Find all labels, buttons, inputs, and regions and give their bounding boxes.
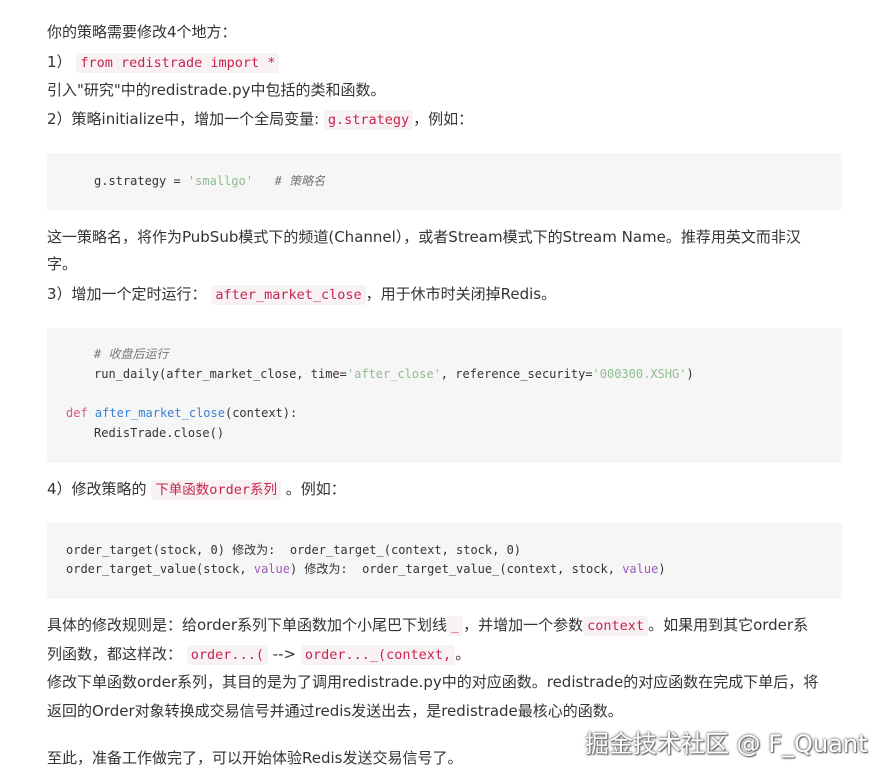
code-block-schedule: # 收盘后运行 run_daily(after_market_close, ti… xyxy=(47,328,842,463)
step-1: 1） from redistrade import * xyxy=(47,51,280,73)
step-1-code: from redistrade import * xyxy=(76,53,280,73)
step-4: 4）修改策略的 下单函数order系列 。例如： xyxy=(47,478,346,500)
underscore-code: _ xyxy=(447,616,464,636)
step-1-number: 1） xyxy=(47,53,72,71)
rule-description-line-2: 列函数，都这样改： order...( --> order..._(contex… xyxy=(47,645,471,665)
rule-description-line-1: 具体的修改规则是：给order系列下单函数加个小尾巴下划线 _ ，并增加一个参数 co… xyxy=(47,616,809,636)
step-4-prefix: 4）修改策略的 xyxy=(47,480,152,498)
order-code: order...( xyxy=(186,645,268,665)
step-2-prefix: 2）策略initialize中，增加一个全局变量: xyxy=(47,110,324,128)
purpose-line-2: 返回的Order对象转换成交易信号并通过redis发送出去，是redistrad… xyxy=(47,702,623,720)
conclusion-text: 至此，准备工作做完了，可以开始体验Redis发送交易信号了。 xyxy=(47,749,463,767)
code-line: g.strategy = 'smallgo' # 策略名 xyxy=(94,174,326,188)
purpose-line-1: 修改下单函数order系列，其目的是为了调用redistrade.py中的对应函… xyxy=(47,673,819,691)
step-3: 3）增加一个定时运行： after_market_close ，用于休市时关闭掉R… xyxy=(47,283,556,305)
code-line: def after_market_close(context): xyxy=(66,406,298,420)
step-2: 2）策略initialize中，增加一个全局变量: g.strategy ，例如： xyxy=(47,108,473,130)
code-block-strategy: g.strategy = 'smallgo' # 策略名 xyxy=(47,153,842,210)
step-3-prefix: 3）增加一个定时运行： xyxy=(47,285,212,303)
context-code: context xyxy=(583,616,649,636)
code-line: order_target_value(stock, value) 修改为: or… xyxy=(66,562,666,576)
code-line: order_target(stock, 0) 修改为: order_target… xyxy=(66,543,522,557)
code-line: RedisTrade.close() xyxy=(94,426,225,440)
channel-description-line-2: 字。 xyxy=(47,255,78,273)
step-4-suffix: 。例如： xyxy=(280,480,346,498)
step-2-code: g.strategy xyxy=(323,110,414,130)
step-2-suffix: ，例如： xyxy=(413,110,474,128)
intro-text: 你的策略需要修改4个地方： xyxy=(47,23,237,41)
code-line: run_daily(after_market_close, time='afte… xyxy=(94,367,694,381)
watermark: 掘金技术社区 @ F_Quant xyxy=(585,730,868,758)
step-4-code: 下单函数order系列 xyxy=(151,480,281,500)
step-3-suffix: ，用于休市时关闭掉Redis。 xyxy=(365,285,557,303)
step-3-code: after_market_close xyxy=(211,285,366,305)
code-block-order: order_target(stock, 0) 修改为: order_target… xyxy=(47,523,842,599)
order-underscore-code: order..._(context, xyxy=(300,645,456,665)
code-comment: # 收盘后运行 xyxy=(94,347,169,361)
step-1-description: 引入"研究"中的redistrade.py中包括的类和函数。 xyxy=(47,81,386,99)
channel-description-line-1: 这一策略名，将作为PubSub模式下的频道(Channel），或者Stream模… xyxy=(47,228,801,246)
